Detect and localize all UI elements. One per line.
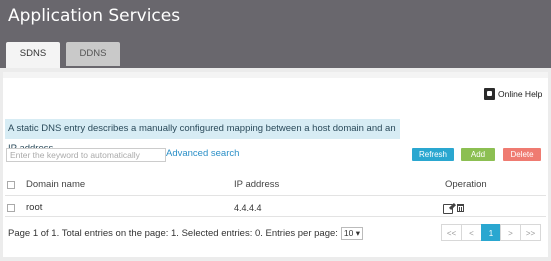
column-header-ip: IP address [234,179,280,190]
tab-sdns[interactable]: SDNS [6,42,60,68]
add-button[interactable]: Add [461,148,495,161]
trash-icon[interactable] [457,204,464,212]
online-help-label: Online Help [498,89,543,99]
info-banner: A static DNS entry describes a manually … [5,119,400,154]
summary-text: Page 1 of 1. Total entries on the page: … [8,228,338,239]
row-domain: root [26,202,43,213]
pagination-summary: Page 1 of 1. Total entries on the page: … [8,227,363,240]
pager-current-page[interactable]: 1 [481,224,501,241]
pager-next-button[interactable]: > [500,224,521,241]
column-header-domain: Domain name [26,179,86,190]
row-operations [443,204,464,214]
pager-last-button[interactable]: >> [520,224,541,241]
search-input[interactable]: Enter the keyword to automatically [6,148,166,162]
advanced-search-link[interactable]: Advanced search [166,148,239,159]
refresh-button[interactable]: Refresh [412,148,454,161]
delete-button[interactable]: Delete [503,148,541,161]
row-checkbox[interactable] [7,204,15,212]
header-divider [5,195,546,196]
row-ip: 4.4.4.4 [234,203,262,213]
edit-icon[interactable] [443,204,453,214]
panel-top-strip [3,72,548,78]
select-all-checkbox[interactable] [7,181,15,189]
online-help-link[interactable]: Online Help [484,88,542,100]
page-title: Application Services [8,6,181,26]
column-header-operation: Operation [445,179,487,190]
pager-prev-button[interactable]: < [461,224,482,241]
tab-ddns[interactable]: DDNS [66,42,120,66]
row-divider [5,216,546,217]
pager: << < 1 > >> [441,224,541,241]
pager-first-button[interactable]: << [441,224,462,241]
help-book-icon [484,88,495,100]
app-header: Application Services SDNS DDNS [0,0,551,68]
entries-per-page-select[interactable]: 10 ▾ [340,227,363,240]
